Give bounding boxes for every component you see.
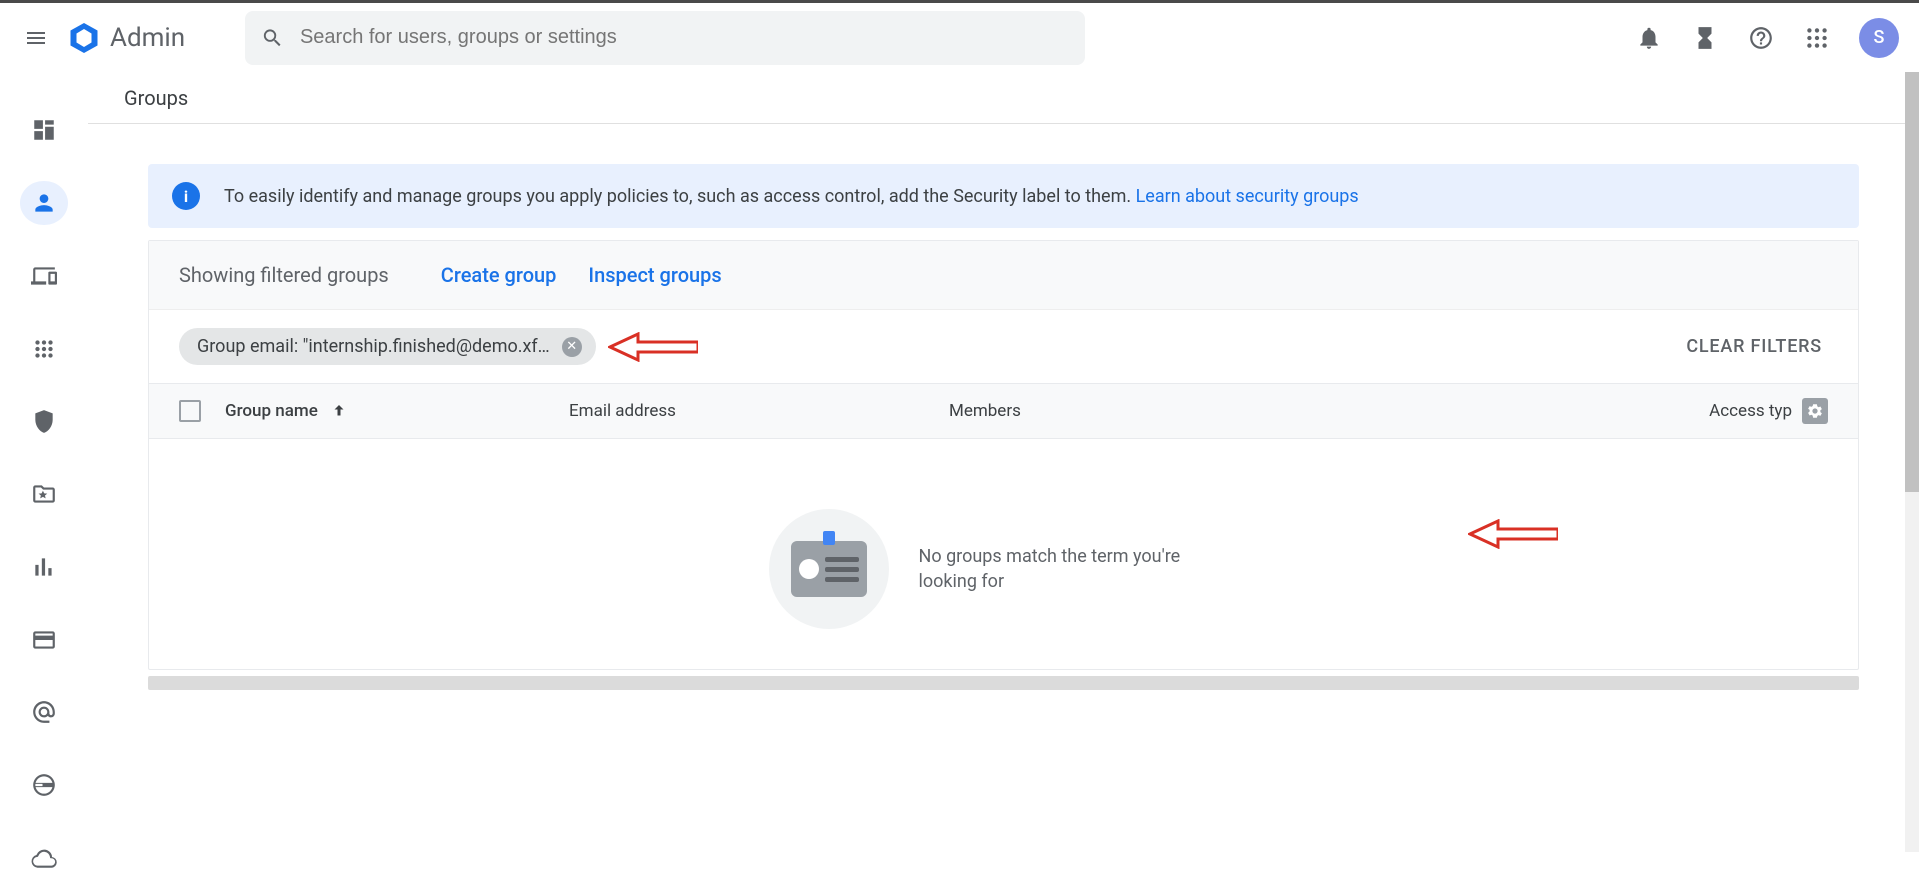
table-header: Group name Email address Members Access … — [149, 383, 1858, 439]
filter-chip-label: Group email: "internship.finished@demo.x… — [197, 336, 550, 357]
app-logo[interactable]: Admin — [64, 18, 185, 58]
apps-button[interactable] — [1803, 24, 1831, 52]
breadcrumb: Groups — [88, 72, 1919, 124]
hourglass-icon — [1692, 25, 1718, 51]
empty-state: No groups match the term you're looking … — [149, 439, 1858, 669]
rail-devices[interactable] — [20, 253, 68, 298]
shield-icon — [31, 408, 57, 434]
apps-grid-icon — [1804, 25, 1830, 51]
rail-security[interactable] — [20, 399, 68, 444]
column-members[interactable]: Members — [949, 401, 1249, 421]
create-group-button[interactable]: Create group — [441, 263, 557, 287]
devices-icon — [31, 263, 57, 289]
rail-reporting[interactable] — [20, 472, 68, 517]
rail-storage[interactable] — [20, 835, 68, 880]
groups-toolbar: Showing filtered groups Create group Ins… — [149, 241, 1858, 309]
account-avatar[interactable]: S — [1859, 18, 1899, 58]
rail-directory[interactable] — [20, 181, 68, 226]
gear-icon — [1806, 402, 1824, 420]
top-bar: Admin S — [0, 0, 1919, 72]
filter-bar: Group email: "internship.finished@demo.x… — [149, 309, 1858, 383]
credit-card-icon — [31, 627, 57, 653]
hamburger-icon — [24, 26, 48, 50]
rail-analytics[interactable] — [20, 544, 68, 589]
cloud-icon — [31, 845, 57, 871]
toolbar-heading: Showing filtered groups — [179, 263, 389, 287]
column-settings-button[interactable] — [1802, 398, 1828, 424]
inspect-groups-button[interactable]: Inspect groups — [588, 263, 721, 287]
column-access[interactable]: Access typ — [1709, 398, 1828, 424]
clear-filters-button[interactable]: CLEAR FILTERS — [1686, 336, 1828, 357]
main-menu-button[interactable] — [12, 14, 60, 62]
content-area: i To easily identify and manage groups y… — [88, 124, 1919, 670]
avatar-initial: S — [1874, 27, 1885, 48]
rail-apps[interactable] — [20, 326, 68, 371]
rail-account[interactable] — [20, 690, 68, 735]
notifications-button[interactable] — [1635, 24, 1663, 52]
admin-logo-icon — [64, 18, 104, 58]
groups-panel: Showing filtered groups Create group Ins… — [148, 240, 1859, 670]
banner-text: To easily identify and manage groups you… — [224, 186, 1136, 207]
search-input[interactable] — [300, 26, 1069, 49]
tasks-button[interactable] — [1691, 24, 1719, 52]
bell-icon — [1636, 25, 1662, 51]
annotation-arrow-2 — [1468, 519, 1558, 549]
empty-message: No groups match the term you're looking … — [919, 544, 1239, 594]
column-group-name[interactable]: Group name — [209, 401, 569, 421]
top-right-actions: S — [1635, 18, 1907, 58]
person-icon — [31, 190, 57, 216]
folder-star-icon — [31, 481, 57, 507]
rail-billing[interactable] — [20, 617, 68, 662]
help-icon — [1748, 25, 1774, 51]
rail-rules[interactable] — [20, 763, 68, 808]
info-banner: i To easily identify and manage groups y… — [148, 164, 1859, 228]
empty-illustration — [769, 509, 889, 629]
dashboard-icon — [31, 117, 57, 143]
app-name: Admin — [110, 23, 185, 53]
search-icon — [261, 26, 284, 50]
horizontal-scrollbar[interactable] — [148, 676, 1859, 690]
nav-rail — [0, 72, 88, 880]
filter-chip-group-email[interactable]: Group email: "internship.finished@demo.x… — [179, 328, 596, 365]
rail-dashboard[interactable] — [20, 108, 68, 153]
info-icon: i — [172, 182, 200, 210]
banner-learn-more-link[interactable]: Learn about security groups — [1136, 186, 1359, 207]
sort-asc-icon — [330, 402, 348, 420]
annotation-arrow-1 — [608, 332, 698, 362]
steering-icon — [31, 772, 57, 798]
at-sign-icon — [31, 699, 57, 725]
select-all-checkbox[interactable] — [179, 400, 209, 422]
column-email[interactable]: Email address — [569, 401, 949, 421]
vertical-scrollbar[interactable] — [1905, 72, 1919, 852]
apps-icon — [31, 336, 57, 362]
page-title: Groups — [124, 86, 188, 110]
help-button[interactable] — [1747, 24, 1775, 52]
global-search[interactable] — [245, 11, 1085, 65]
bar-chart-icon — [31, 554, 57, 580]
filter-chip-remove[interactable]: ✕ — [562, 337, 582, 357]
